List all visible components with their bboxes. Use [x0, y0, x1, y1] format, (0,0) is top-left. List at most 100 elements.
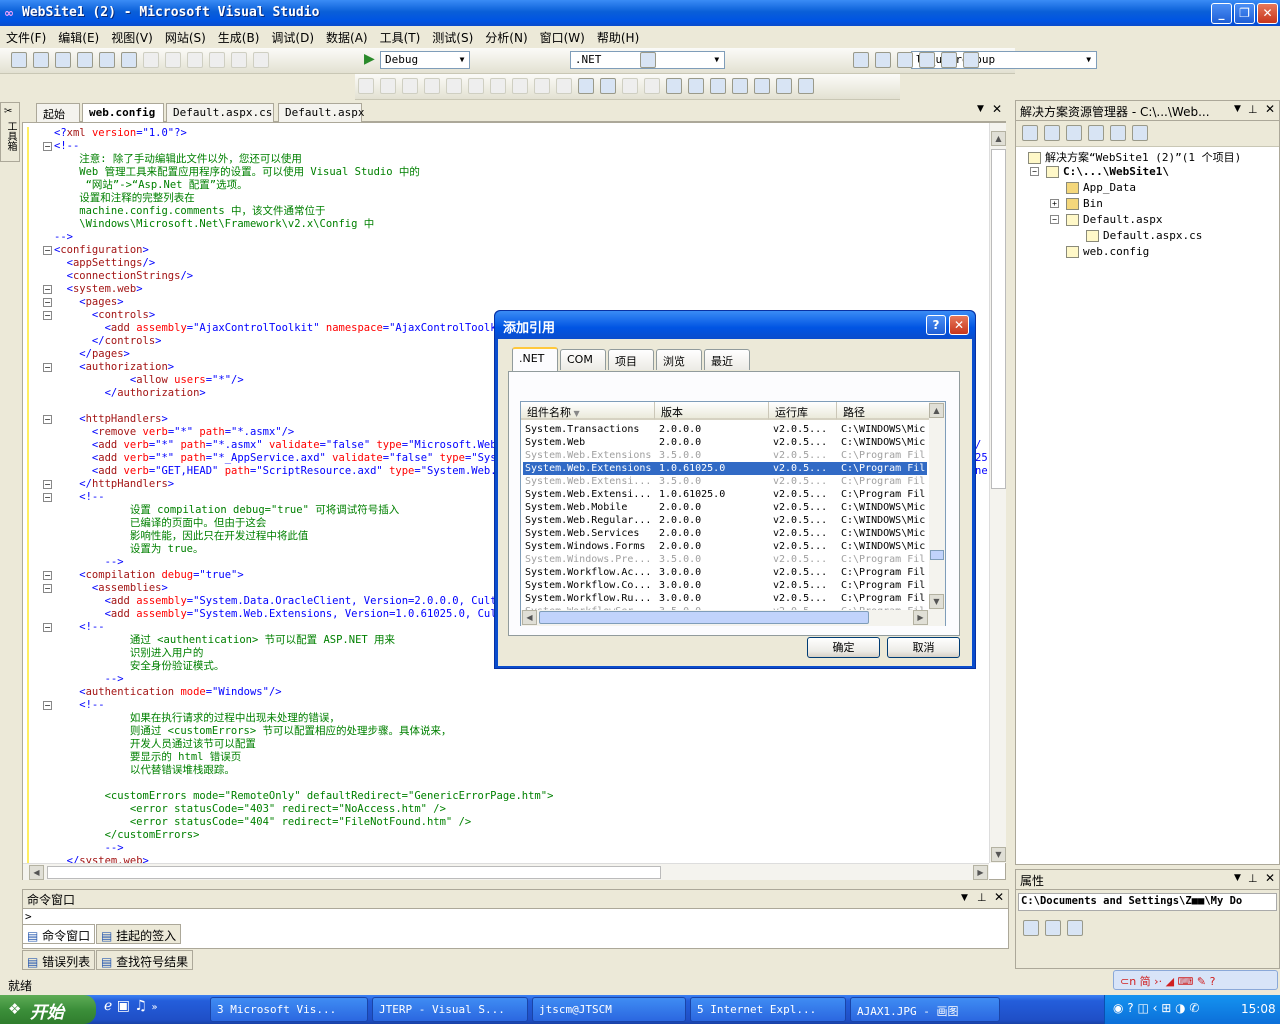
comment-icon[interactable]: [622, 78, 638, 94]
doc-tab[interactable]: 起始页: [36, 103, 80, 137]
cancel-button[interactable]: 取消: [887, 637, 960, 658]
menu-item[interactable]: 帮助(H): [591, 26, 645, 48]
alphabetical-icon[interactable]: [1045, 920, 1061, 936]
bookmark-prev-icon[interactable]: [688, 78, 704, 94]
solution-explorer-icon[interactable]: [853, 52, 869, 68]
scroll-right-icon[interactable]: ▶: [913, 610, 928, 625]
tree-item[interactable]: web.config: [1066, 245, 1149, 258]
bottom-tab[interactable]: ▤ 命令窗口: [22, 924, 96, 944]
component-row[interactable]: System.Web 2.0.0.0 v2.0.5... C:\WINDOWS\Mic: [523, 436, 927, 449]
taskbar-task-button[interactable]: jtscm@JTSCM: [532, 997, 686, 1022]
component-row[interactable]: System.Workflow.Co... 3.0.0.0 v2.0.5... C:\…: [523, 579, 927, 592]
bottom-tab[interactable]: ▤ 错误列表: [22, 950, 96, 970]
close-pane-icon[interactable]: ✕: [994, 890, 1004, 904]
start-button[interactable]: ❖ 开始: [0, 995, 96, 1024]
dialog-tab[interactable]: 浏览: [656, 349, 702, 370]
component-row[interactable]: System.Transactions 2.0.0.0 v2.0.5... C:\WI…: [523, 423, 927, 436]
bottom-tab[interactable]: ▤ 查找符号结果: [96, 950, 194, 970]
editor-hscrollbar[interactable]: ◀ ▶: [23, 863, 989, 880]
quick-launch-more-icon[interactable]: »: [151, 1002, 157, 1013]
scroll-down-icon[interactable]: ▼: [929, 594, 944, 609]
view-code-icon[interactable]: [1110, 125, 1126, 141]
menu-item[interactable]: 窗口(W): [534, 26, 591, 48]
command-prompt[interactable]: >: [25, 910, 32, 923]
start-page-icon[interactable]: [941, 52, 957, 68]
component-row[interactable]: System.Workflow.Ru... 3.0.0.0 v2.0.5... C:\…: [523, 592, 927, 605]
bottom-tab[interactable]: ▤ 挂起的签入: [96, 924, 182, 944]
tree-item[interactable]: 解决方案“WebSite1 (2)”(1 个项目): [1028, 149, 1241, 165]
properties-icon[interactable]: [875, 52, 891, 68]
start-debug-icon[interactable]: ▶: [364, 51, 375, 67]
pin-icon[interactable]: ⊥: [977, 891, 987, 904]
align-icon[interactable]: [380, 78, 396, 94]
navigate-forward-icon[interactable]: [253, 52, 269, 68]
component-row[interactable]: System.Windows.Pre... 3.5.0.0 v2.0.5... C:\…: [523, 553, 927, 566]
close-pane-icon[interactable]: ✕: [1265, 871, 1275, 885]
align-icon[interactable]: [358, 78, 374, 94]
align-icon[interactable]: [446, 78, 462, 94]
ime-icon[interactable]: ⊂n 简 ›· ◢ ⌨ ✎ ?: [1120, 973, 1215, 989]
menu-item[interactable]: 生成(B): [212, 26, 266, 48]
column-header[interactable]: 组件名称 ▼: [521, 402, 655, 420]
menu-item[interactable]: 分析(N): [479, 26, 533, 48]
uncomment-icon[interactable]: [644, 78, 660, 94]
tree-item[interactable]: App_Data: [1066, 181, 1136, 194]
component-row[interactable]: System.Workflow.Ac... 3.0.0.0 v2.0.5... C:\…: [523, 566, 927, 579]
dialog-tab[interactable]: 项目: [608, 349, 654, 370]
tree-item[interactable]: − C:\...\WebSite1\: [1030, 165, 1169, 178]
close-pane-icon[interactable]: ✕: [1265, 102, 1275, 116]
object-browser-icon[interactable]: [897, 52, 913, 68]
component-row[interactable]: System.Web.Mobile 2.0.0.0 v2.0.5... C:\WIND…: [523, 501, 927, 514]
indent-icon[interactable]: [578, 78, 594, 94]
toolbox-strip[interactable]: ✂ 工具箱: [0, 102, 20, 162]
paste-icon[interactable]: [165, 52, 181, 68]
dialog-tab[interactable]: 最近: [704, 349, 750, 370]
new-project-icon[interactable]: [11, 52, 27, 68]
menu-item[interactable]: 工具(T): [374, 26, 427, 48]
expand-toggle-icon[interactable]: −: [1030, 167, 1039, 176]
properties-icon[interactable]: [1022, 125, 1038, 141]
redo-icon[interactable]: [209, 52, 225, 68]
menu-item[interactable]: 视图(V): [105, 26, 159, 48]
pane-dropdown-icon[interactable]: ▼: [1234, 104, 1241, 114]
command-window-title-bar[interactable]: 命令窗口 ▼ ⊥ ✕: [23, 890, 1008, 909]
solution-explorer-title-bar[interactable]: 解决方案资源管理器 - C:\...\Web... ▼ ⊥ ✕: [1016, 101, 1279, 121]
scroll-down-icon[interactable]: ▼: [991, 847, 1006, 862]
expand-toggle-icon[interactable]: −: [1050, 215, 1059, 224]
navigate-back-icon[interactable]: [231, 52, 247, 68]
cut-icon[interactable]: [121, 52, 137, 68]
dialog-title-bar[interactable]: 添加引用 ? ✕: [495, 311, 975, 339]
properties-object-combo[interactable]: C:\Documents and Settings\Z■■\My Do: [1018, 893, 1277, 911]
toolbox-icon[interactable]: [919, 52, 935, 68]
dialog-tab[interactable]: .NET: [512, 347, 558, 371]
language-bar[interactable]: ⊂n 简 ›· ◢ ⌨ ✎ ?: [1113, 970, 1278, 990]
taskbar-task-button[interactable]: AJAX1.JPG - 画图: [850, 997, 1000, 1022]
align-icon[interactable]: [534, 78, 550, 94]
list-scroll-thumb[interactable]: [930, 550, 944, 560]
property-pages-icon[interactable]: [1067, 920, 1083, 936]
pane-dropdown-icon[interactable]: ▼: [1234, 873, 1241, 883]
minimize-button[interactable]: _: [1211, 3, 1232, 24]
scroll-left-icon[interactable]: ◀: [522, 610, 537, 625]
config-combo[interactable]: Debug ▼: [380, 51, 470, 69]
list-hscrollbar[interactable]: ◀ ▶: [521, 610, 945, 626]
scroll-up-icon[interactable]: ▲: [929, 403, 944, 418]
categorized-icon[interactable]: [1023, 920, 1039, 936]
align-icon[interactable]: [402, 78, 418, 94]
menu-item[interactable]: 编辑(E): [52, 26, 105, 48]
add-item-icon[interactable]: [33, 52, 49, 68]
column-header[interactable]: 版本: [655, 402, 769, 420]
maximize-button[interactable]: ❐: [1234, 3, 1255, 24]
component-row[interactable]: System.Web.Extensions 3.5.0.0 v2.0.5... C:\…: [523, 449, 927, 462]
editor-vscrollbar[interactable]: ▲ ▼: [989, 123, 1006, 863]
save-all-icon[interactable]: [99, 52, 115, 68]
pin-icon[interactable]: ⊥: [1248, 103, 1258, 116]
scroll-right-icon[interactable]: ▶: [973, 865, 988, 880]
menu-item[interactable]: 测试(S): [426, 26, 479, 48]
tray-icons[interactable]: ◉ ? ◫ ‹ ⊞ ◑ ✆: [1113, 1001, 1199, 1015]
scroll-up-icon[interactable]: ▲: [991, 131, 1006, 146]
ok-button[interactable]: 确定: [807, 637, 880, 658]
component-row[interactable]: System.Web.Regular... 2.0.0.0 v2.0.5... C:\…: [523, 514, 927, 527]
desktop-icon[interactable]: ▣: [117, 998, 130, 1014]
align-icon[interactable]: [556, 78, 572, 94]
